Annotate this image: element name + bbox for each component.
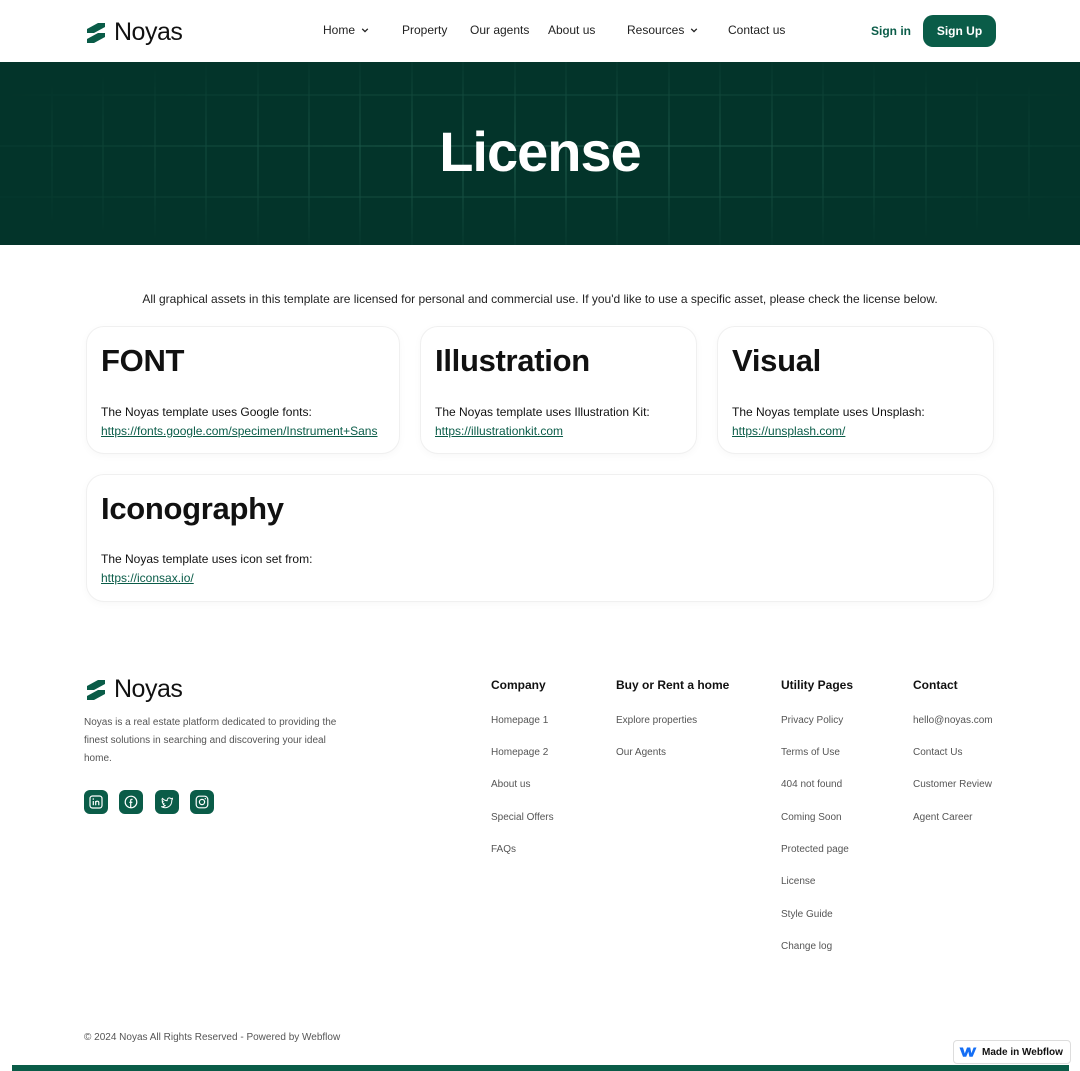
license-card-illustration: Illustration The Noyas template uses Ill…	[420, 326, 697, 454]
facebook-link[interactable]	[119, 790, 143, 814]
twitter-icon	[161, 797, 173, 809]
main-nav: Home Property Our agents About us Resour…	[0, 0, 1080, 62]
footer-link[interactable]: Homepage 1	[491, 715, 548, 726]
footer-link[interactable]: Coming Soon	[781, 812, 842, 823]
linkedin-link[interactable]	[84, 790, 108, 814]
card-link[interactable]: https://fonts.google.com/specimen/Instru…	[101, 424, 377, 438]
hero-banner: License	[0, 62, 1080, 245]
nav-our-agents-label: Our agents	[470, 23, 530, 37]
site-header: Noyas Home Property Our agents About us …	[0, 0, 1080, 62]
card-title: Illustration	[435, 343, 590, 378]
footer-link[interactable]: Special Offers	[491, 812, 554, 823]
nav-resources-label: Resources	[627, 23, 685, 37]
logo-wordmark: Noyas	[114, 675, 183, 703]
footer-link[interactable]: Explore properties	[616, 715, 697, 726]
footer-link[interactable]: hello@noyas.com	[913, 715, 993, 726]
twitter-link[interactable]	[155, 790, 179, 814]
card-title: FONT	[101, 343, 185, 378]
card-link[interactable]: https://illustrationkit.com	[435, 424, 563, 438]
instagram-link[interactable]	[190, 790, 214, 814]
nav-property-label: Property	[402, 23, 448, 37]
footer-link[interactable]: Customer Review	[913, 779, 992, 790]
footer-col-utility-heading: Utility Pages	[781, 678, 854, 692]
footer-link[interactable]: 404 not found	[781, 779, 842, 790]
nav-contact-us-label: Contact us	[728, 23, 786, 37]
footer-link[interactable]: Style Guide	[781, 909, 833, 920]
footer-link[interactable]: Protected page	[781, 844, 849, 855]
sign-in-link[interactable]: Sign in	[871, 24, 911, 38]
nav-property[interactable]: Property	[402, 23, 447, 37]
page-title: License	[439, 120, 642, 183]
intro-text: All graphical assets in this template ar…	[142, 292, 938, 306]
instagram-icon	[195, 795, 209, 809]
footer-link[interactable]: About us	[491, 779, 530, 790]
nav-contact-us[interactable]: Contact us	[728, 23, 785, 37]
facebook-icon	[124, 795, 138, 809]
noyas-logo-icon	[87, 679, 105, 700]
sign-up-button[interactable]: Sign Up	[923, 15, 996, 47]
license-card-iconography: Iconography The Noyas template uses icon…	[86, 474, 994, 602]
card-title: Visual	[732, 343, 821, 378]
footer-link[interactable]: Homepage 2	[491, 747, 548, 758]
footer-link[interactable]: Contact Us	[913, 747, 962, 758]
chevron-down-icon	[691, 28, 698, 33]
nav-our-agents[interactable]: Our agents	[470, 23, 529, 37]
card-link[interactable]: https://unsplash.com/	[732, 424, 845, 438]
nav-resources[interactable]: Resources	[627, 23, 698, 37]
footer-logo[interactable]: Noyas	[84, 675, 183, 704]
copyright-text: © 2024 Noyas All Rights Reserved - Power…	[84, 1032, 341, 1043]
license-card-font: FONT The Noyas template uses Google font…	[86, 326, 400, 454]
nav-about-us-label: About us	[548, 23, 596, 37]
footer-link[interactable]: FAQs	[491, 844, 516, 855]
footer-link[interactable]: License	[781, 876, 815, 887]
badge-label: Made in Webflow	[982, 1046, 1063, 1058]
card-text: The Noyas template uses Unsplash:	[732, 405, 925, 419]
linkedin-icon	[89, 795, 103, 809]
footer-description: Noyas is a real estate platform dedicate…	[84, 717, 337, 764]
card-text: The Noyas template uses icon set from:	[101, 552, 313, 566]
webflow-icon	[959, 1047, 977, 1057]
footer-link[interactable]: Change log	[781, 941, 832, 952]
nav-home[interactable]: Home	[323, 23, 369, 37]
card-title: Iconography	[101, 491, 284, 526]
nav-home-label: Home	[323, 23, 356, 37]
footer-col-contact-heading: Contact	[913, 678, 958, 692]
card-text: The Noyas template uses Illustration Kit…	[435, 405, 650, 419]
footer-link[interactable]: Agent Career	[913, 812, 972, 823]
footer-link[interactable]: Our Agents	[616, 747, 666, 758]
footer-link[interactable]: Terms of Use	[781, 747, 840, 758]
made-in-webflow-badge[interactable]: Made in Webflow	[953, 1040, 1071, 1064]
footer-link[interactable]: Privacy Policy	[781, 715, 843, 726]
card-text: The Noyas template uses Google fonts:	[101, 405, 312, 419]
card-link[interactable]: https://iconsax.io/	[101, 571, 194, 585]
nav-about-us[interactable]: About us	[548, 23, 595, 37]
chevron-down-icon	[361, 28, 369, 33]
footer-col-buy-rent-heading: Buy or Rent a home	[616, 678, 730, 692]
license-card-visual: Visual The Noyas template uses Unsplash:…	[717, 326, 994, 454]
footer-accent-bar	[12, 1065, 1069, 1071]
footer-col-company-heading: Company	[491, 678, 546, 692]
